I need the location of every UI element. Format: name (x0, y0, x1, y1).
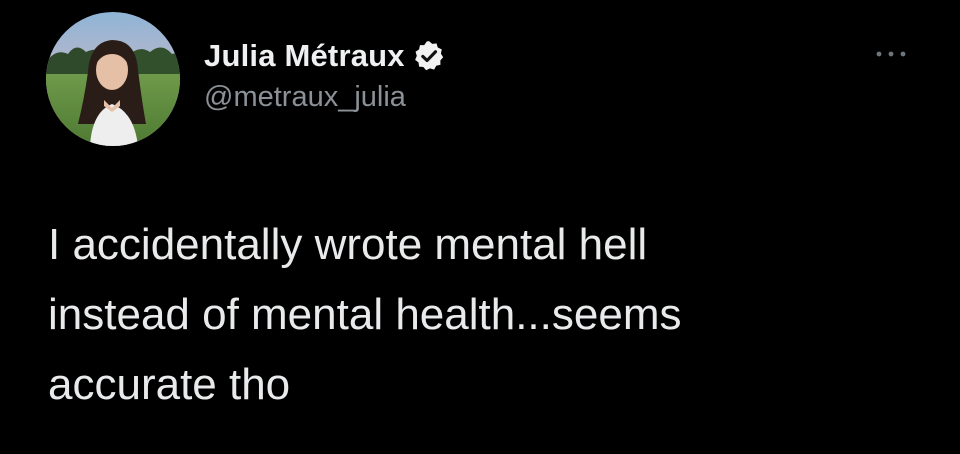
avatar-image (46, 12, 180, 146)
name-row: Julia Métraux (204, 36, 446, 76)
avatar[interactable] (46, 12, 180, 146)
display-name[interactable]: Julia Métraux (204, 38, 405, 74)
user-handle[interactable]: @metraux_julia (204, 81, 446, 114)
tweet-card: Julia Métraux @metraux_julia I accidenta… (0, 0, 960, 454)
tweet-author: Julia Métraux @metraux_julia (204, 36, 446, 114)
more-options-icon[interactable] (868, 44, 914, 64)
tweet-text: I accidentally wrote mental hell instead… (48, 220, 682, 409)
verified-badge-icon (412, 39, 446, 73)
